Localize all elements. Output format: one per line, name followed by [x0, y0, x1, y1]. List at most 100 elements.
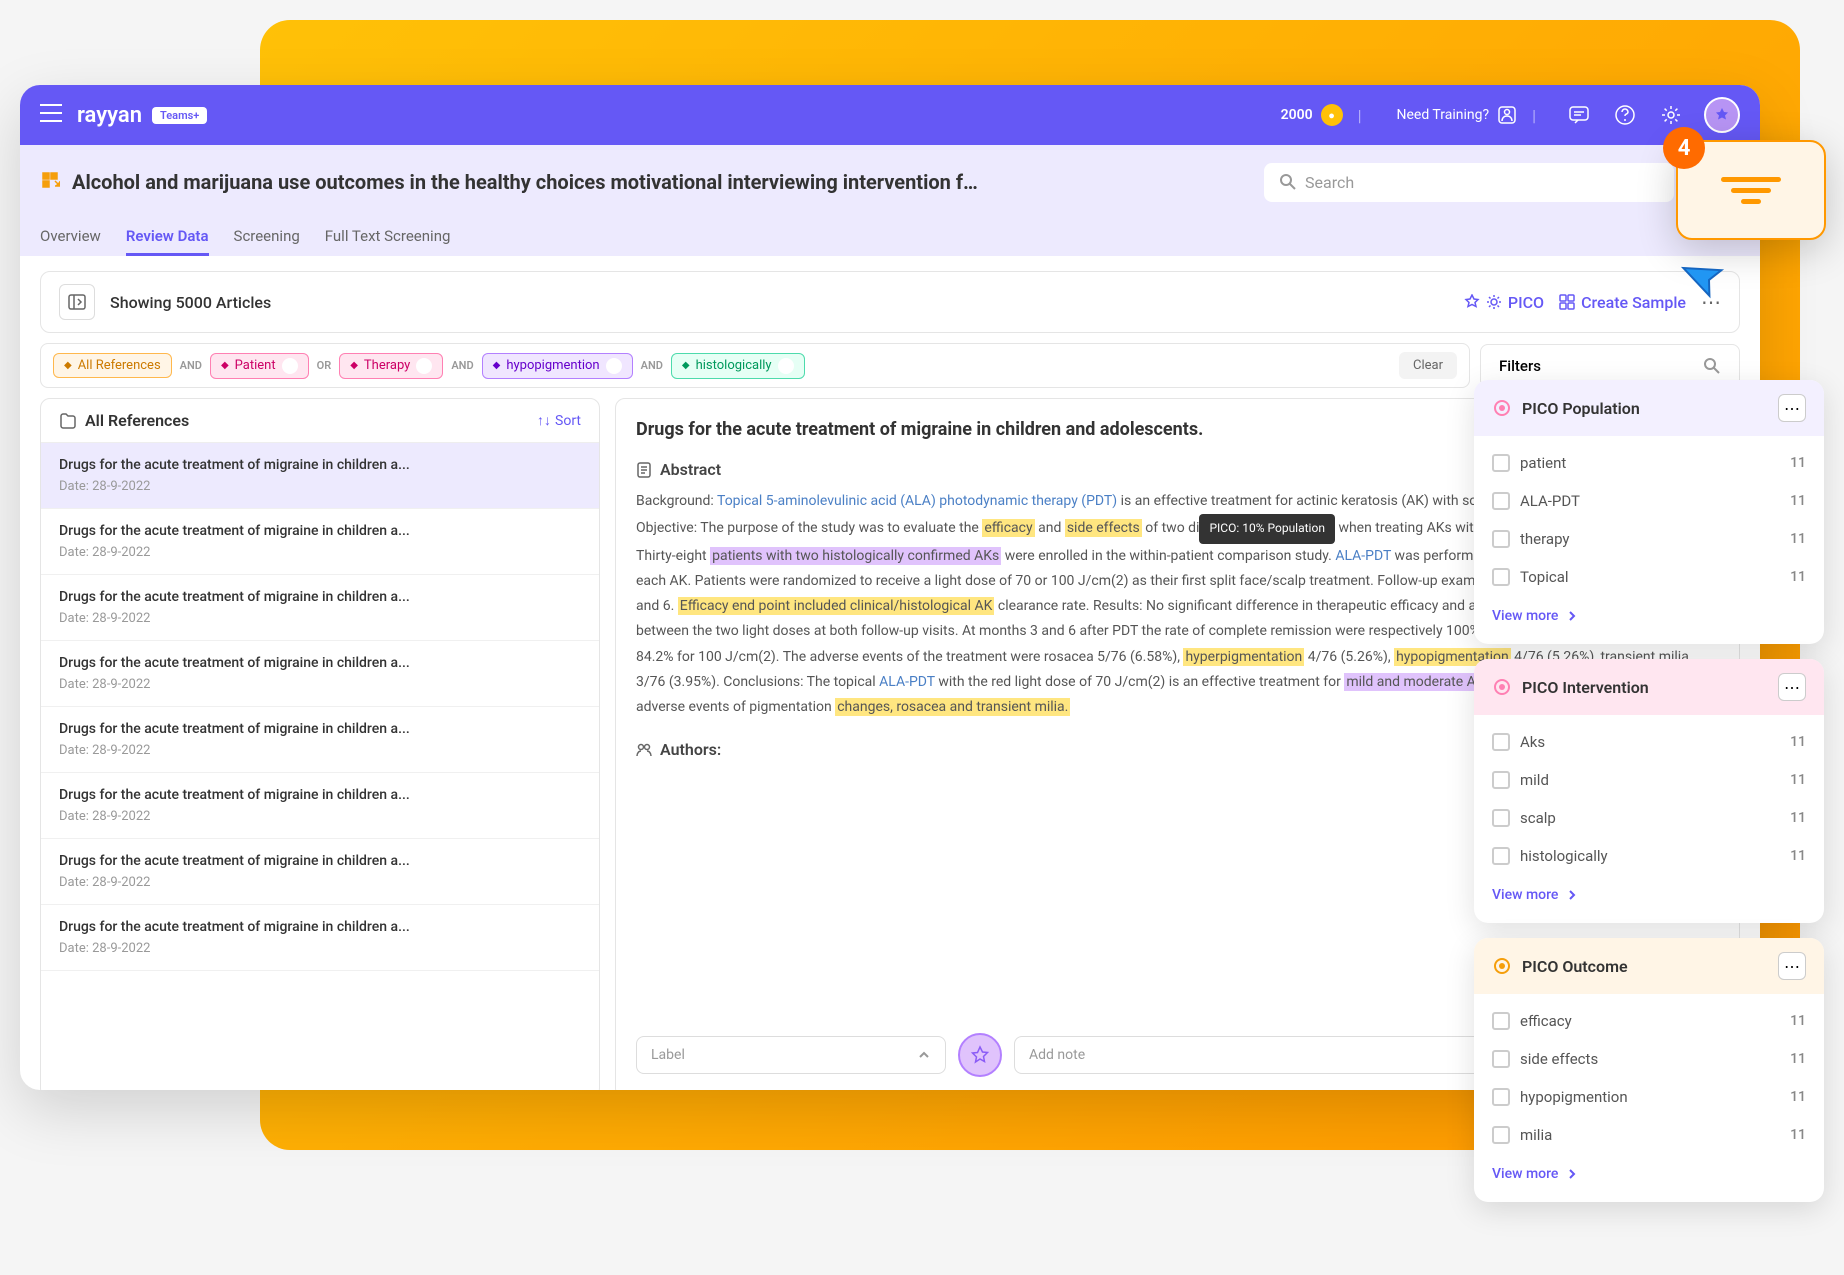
article-item[interactable]: Drugs for the acute treatment of migrain… [41, 839, 599, 905]
article-item[interactable]: Drugs for the acute treatment of migrain… [41, 707, 599, 773]
operator: AND [180, 359, 202, 372]
user-avatar[interactable] [1704, 97, 1740, 133]
checkbox[interactable] [1492, 492, 1510, 510]
article-date: Date: 28-9-2022 [59, 743, 581, 758]
checkbox[interactable] [1492, 1050, 1510, 1068]
abstract-segment: Background: [636, 493, 717, 509]
document-icon [636, 462, 652, 478]
article-list[interactable]: Drugs for the acute treatment of migrain… [41, 443, 599, 1090]
feedback-icon[interactable] [1561, 97, 1597, 133]
view-more-link[interactable]: View more [1474, 875, 1824, 915]
article-item[interactable]: Drugs for the acute treatment of migrain… [41, 509, 599, 575]
article-item[interactable]: Drugs for the acute treatment of migrain… [41, 575, 599, 641]
training-link[interactable]: Need Training? [1396, 105, 1517, 125]
article-list-header: All References ↑↓Sort [41, 399, 599, 443]
filter-callout[interactable]: 4 [1676, 140, 1826, 240]
filter-card-header: PICO Population⋯ [1474, 380, 1824, 436]
tab-overview[interactable]: Overview [40, 219, 101, 256]
checkbox[interactable] [1492, 530, 1510, 548]
checkbox[interactable] [1492, 1126, 1510, 1144]
expand-icon[interactable] [40, 170, 60, 195]
filter-chip[interactable]: ◆histologically✕ [671, 353, 805, 379]
toolbar: Showing 5000 Articles PICO Create Sample… [40, 271, 1740, 333]
checkbox[interactable] [1492, 454, 1510, 472]
filter-item-label: Topical [1520, 568, 1780, 586]
chip-remove-icon[interactable]: ✕ [778, 358, 794, 374]
checkbox[interactable] [1492, 1012, 1510, 1030]
filter-item[interactable]: side effects11 [1474, 1040, 1824, 1078]
tab-screening[interactable]: Screening [234, 219, 300, 256]
checkbox[interactable] [1492, 1088, 1510, 1106]
filter-item[interactable]: therapy11 [1474, 520, 1824, 558]
help-icon[interactable] [1607, 97, 1643, 133]
filter-chip[interactable]: ◆hypopigmention✕ [482, 353, 633, 379]
operator: OR [317, 359, 332, 372]
filter-item-count: 11 [1790, 493, 1806, 509]
filter-item[interactable]: mild11 [1474, 761, 1824, 799]
filter-item[interactable]: ALA-PDT11 [1474, 482, 1824, 520]
view-more-link[interactable]: View more [1474, 596, 1824, 636]
filter-item-count: 11 [1790, 1089, 1806, 1105]
tab-full-text-screening[interactable]: Full Text Screening [325, 219, 451, 256]
filter-chip[interactable]: ◆All References [53, 353, 172, 378]
article-item[interactable]: Drugs for the acute treatment of migrain… [41, 905, 599, 971]
filter-item[interactable]: efficacy11 [1474, 1002, 1824, 1040]
collapse-sidebar-button[interactable] [59, 284, 95, 320]
article-title: Drugs for the acute treatment of migrain… [59, 655, 581, 671]
users-icon [636, 742, 652, 758]
filter-item[interactable]: Topical11 [1474, 558, 1824, 596]
search-placeholder: Search [1305, 173, 1354, 192]
checkbox[interactable] [1492, 568, 1510, 586]
label-select[interactable]: Label [636, 1036, 946, 1074]
filter-item-label: mild [1520, 771, 1780, 789]
tab-review-data[interactable]: Review Data [126, 219, 209, 256]
checkbox[interactable] [1492, 847, 1510, 865]
article-item[interactable]: Drugs for the acute treatment of migrain… [41, 773, 599, 839]
filter-item-count: 11 [1790, 1051, 1806, 1067]
abstract-segment: were enrolled in the within-patient comp… [1001, 548, 1335, 564]
filter-item-count: 11 [1790, 455, 1806, 471]
filter-item[interactable]: patient11 [1474, 444, 1824, 482]
filter-item-count: 11 [1790, 734, 1806, 750]
chip-remove-icon[interactable]: ✕ [416, 358, 432, 374]
checkbox[interactable] [1492, 771, 1510, 789]
filter-card-menu[interactable]: ⋯ [1778, 394, 1806, 422]
filter-card-menu[interactable]: ⋯ [1778, 952, 1806, 980]
logo[interactable]: rayyan [77, 103, 142, 128]
abstract-segment: patients with two histologically confirm… [710, 547, 1001, 565]
coin-icon: ● [1321, 104, 1343, 126]
checkbox[interactable] [1492, 809, 1510, 827]
filter-item[interactable]: hypopigmention11 [1474, 1078, 1824, 1116]
article-title: Drugs for the acute treatment of migrain… [59, 853, 581, 869]
clear-filters-button[interactable]: Clear [1399, 352, 1457, 379]
filter-card: PICO Intervention⋯Aks11mild11scalp11hist… [1474, 659, 1824, 923]
search-input[interactable]: Search [1264, 163, 1674, 202]
training-label: Need Training? [1396, 107, 1489, 123]
filter-item[interactable]: milia11 [1474, 1116, 1824, 1154]
create-sample-label: Create Sample [1581, 293, 1686, 312]
filter-item[interactable]: Aks11 [1474, 723, 1824, 761]
note-placeholder: Add note [1029, 1047, 1085, 1063]
sort-button[interactable]: ↑↓Sort [537, 412, 581, 429]
filter-item[interactable]: histologically11 [1474, 837, 1824, 875]
pico-category-icon [1492, 677, 1512, 697]
create-sample-button[interactable]: Create Sample [1559, 293, 1686, 312]
crown-button[interactable] [958, 1033, 1002, 1077]
label-placeholder: Label [651, 1047, 917, 1063]
hamburger-icon[interactable] [40, 104, 62, 126]
checkbox[interactable] [1492, 733, 1510, 751]
filter-item-count: 11 [1790, 1127, 1806, 1143]
sort-label: Sort [555, 413, 581, 429]
view-more-link[interactable]: View more [1474, 1154, 1824, 1194]
article-date: Date: 28-9-2022 [59, 809, 581, 824]
chip-remove-icon[interactable]: ✕ [282, 358, 298, 374]
filter-item-count: 11 [1790, 1013, 1806, 1029]
article-item[interactable]: Drugs for the acute treatment of migrain… [41, 641, 599, 707]
filter-chip[interactable]: ◆Therapy✕ [339, 353, 443, 379]
filter-chip[interactable]: ◆Patient✕ [210, 353, 309, 379]
filter-card-menu[interactable]: ⋯ [1778, 673, 1806, 701]
filter-item[interactable]: scalp11 [1474, 799, 1824, 837]
article-item[interactable]: Drugs for the acute treatment of migrain… [41, 443, 599, 509]
chip-remove-icon[interactable]: ✕ [606, 358, 622, 374]
pico-button[interactable]: PICO [1464, 293, 1544, 312]
